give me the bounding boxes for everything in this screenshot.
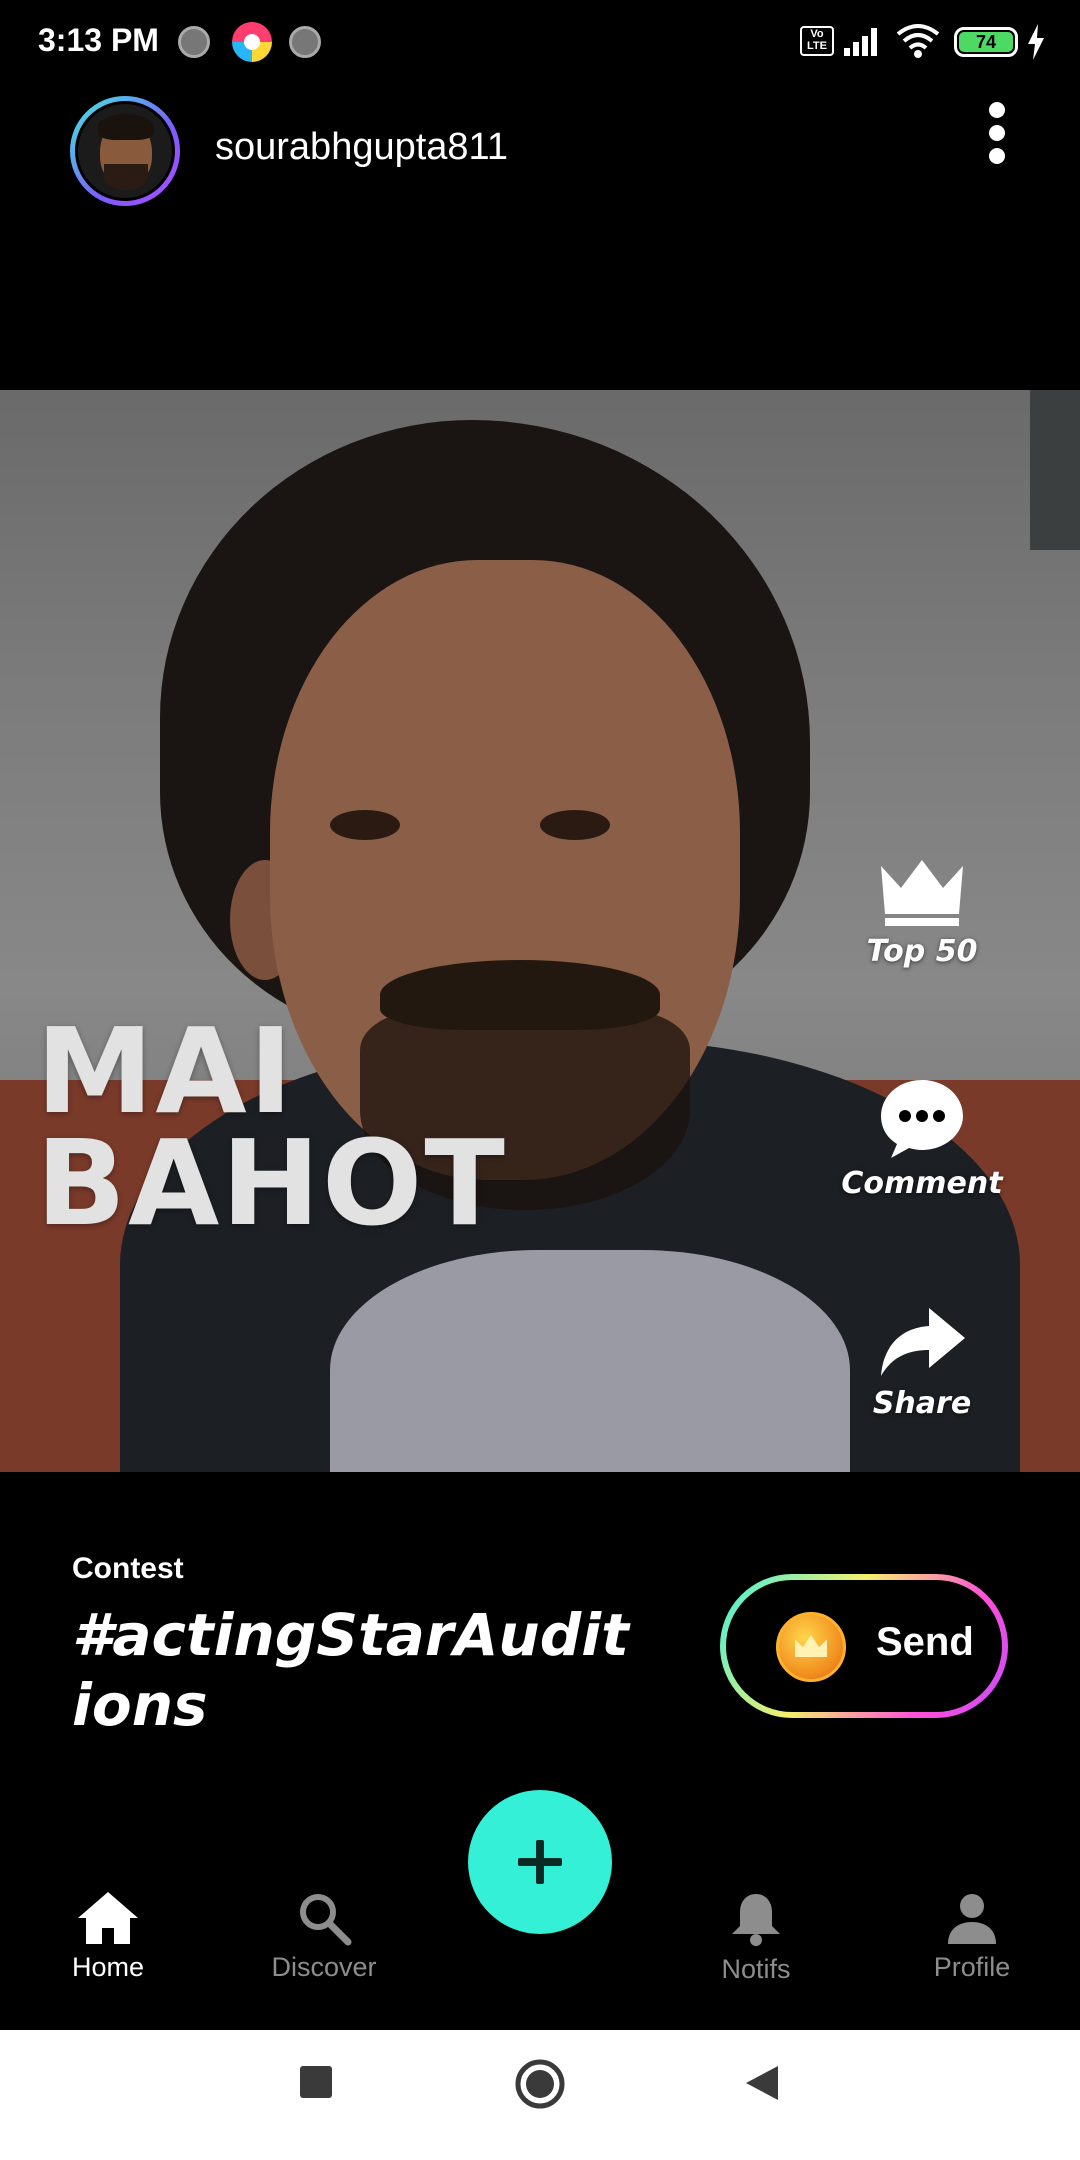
contest-label: Contest (72, 1552, 184, 1585)
status-bar: 3:13 PM Vo LTE 74 (0, 0, 1080, 84)
share-arrow-icon (881, 1308, 965, 1376)
nav-discover[interactable]: Discover (224, 1890, 424, 1983)
username-label[interactable]: sourabhgupta811 (215, 126, 508, 169)
top50-button[interactable]: Top 50 (822, 858, 1022, 969)
system-navigation-bar (0, 2030, 1080, 2160)
battery-level: 74 (959, 32, 1013, 52)
nav-notifs-label: Notifs (721, 1954, 791, 1984)
plus-icon (518, 1840, 562, 1884)
more-options-icon[interactable] (982, 100, 1012, 166)
home-circle-icon[interactable] (514, 2058, 566, 2110)
send-label: Send (876, 1620, 974, 1664)
create-post-button[interactable] (468, 1790, 612, 1934)
app-screen: 3:13 PM Vo LTE 74 sourabhgupta811 MAI BA… (0, 0, 1080, 2160)
share-label: Share (872, 1386, 972, 1421)
charging-icon (1028, 24, 1044, 60)
user-avatar[interactable] (70, 96, 180, 206)
notification-dot-icon (178, 26, 210, 58)
search-icon (300, 1894, 352, 1946)
nav-home[interactable]: Home (8, 1890, 208, 1983)
bell-icon (732, 1894, 780, 1946)
contest-hashtag[interactable]: #actingStarAuditions (72, 1600, 632, 1740)
avatar-image (75, 101, 175, 201)
crown-icon (881, 860, 963, 926)
wifi-icon (896, 24, 940, 58)
home-icon (78, 1892, 138, 1944)
comment-label: Comment (841, 1166, 1003, 1201)
app-notification-icon (232, 22, 272, 62)
top50-label: Top 50 (866, 934, 978, 969)
volte-icon: Vo LTE (800, 26, 834, 56)
nav-notifs[interactable]: Notifs (656, 1890, 856, 1985)
recents-square-icon[interactable] (298, 2064, 334, 2100)
signal-icon (842, 26, 882, 56)
person-icon (948, 1894, 996, 1944)
send-gift-button[interactable]: Send (720, 1574, 1008, 1718)
video-caption-text: MAI BAHOT (36, 1002, 507, 1252)
share-button[interactable]: Share (822, 1306, 1022, 1421)
notification-dot-icon (289, 26, 321, 58)
nav-home-label: Home (71, 1952, 145, 1982)
comment-button[interactable]: Comment (822, 1076, 1022, 1201)
crown-coin-icon (776, 1612, 846, 1682)
nav-profile[interactable]: Profile (872, 1890, 1072, 1983)
comment-icon (881, 1080, 963, 1158)
battery-icon: 74 (954, 27, 1018, 57)
back-triangle-icon[interactable] (744, 2064, 780, 2102)
nav-profile-label: Profile (933, 1952, 1011, 1982)
nav-discover-label: Discover (271, 1952, 377, 1982)
status-time: 3:13 PM (38, 22, 159, 58)
